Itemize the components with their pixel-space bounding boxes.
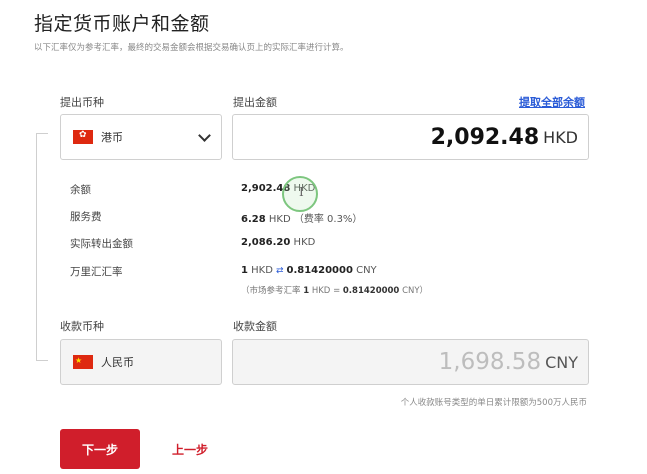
- chevron-down-icon: [198, 128, 211, 142]
- flow-bracket: [36, 133, 48, 361]
- receive-amount-input[interactable]: 1,698.58 CNY: [232, 339, 589, 385]
- exchange-rate-label: 万里汇汇率: [70, 266, 123, 278]
- withdraw-amount-input[interactable]: 2,092.48 HKD: [232, 114, 589, 160]
- receive-amount-label: 收款金额: [233, 320, 277, 333]
- detail-label: 余额: [70, 184, 91, 196]
- market-rate-note: （市场参考汇率 1 HKD = 0.81420000 CNY）: [241, 286, 429, 296]
- page-title: 指定货币账户和金额: [34, 13, 210, 35]
- withdraw-currency-value: 港币: [101, 131, 123, 144]
- withdraw-amount-value: 2,092.48: [430, 124, 540, 150]
- receive-currency-label: 收款币种: [60, 320, 104, 333]
- previous-step-button[interactable]: 上一步: [172, 441, 208, 458]
- text-cursor-icon: I: [299, 185, 304, 199]
- exchange-rate-value: 1 HKD ⇄ 0.81420000 CNY: [241, 265, 377, 276]
- withdraw-amount-currency: HKD: [543, 127, 578, 147]
- detail-value: 6.28 HKD （费率 0.3%）: [241, 214, 363, 225]
- detail-label: 服务费: [70, 211, 102, 223]
- swap-arrows-icon: ⇄: [275, 266, 284, 276]
- withdraw-all-link[interactable]: 提取全部余额: [519, 94, 585, 110]
- rate-disclaimer: 以下汇率仅为参考汇率，最终的交易金额会根据交易确认页上的实际汇率进行计算。: [34, 43, 349, 53]
- detail-value: 2,086.20 HKD: [241, 237, 316, 248]
- receive-currency-select[interactable]: 人民币: [60, 339, 222, 385]
- next-step-button[interactable]: 下一步: [60, 429, 140, 469]
- receive-amount-value: 1,698.58: [438, 349, 542, 375]
- receive-amount-currency: CNY: [545, 352, 578, 372]
- withdraw-amount-label: 提出金额: [233, 96, 277, 109]
- receive-currency-value: 人民币: [101, 356, 134, 369]
- detail-label: 实际转出金额: [70, 238, 133, 250]
- withdraw-currency-select[interactable]: 港币: [60, 114, 222, 160]
- china-flag-icon: [73, 355, 93, 369]
- withdraw-currency-label: 提出币种: [60, 96, 104, 109]
- hong-kong-flag-icon: [73, 130, 93, 144]
- daily-limit-note: 个人收款账号类型的单日累计限额为500万人民币: [400, 398, 587, 408]
